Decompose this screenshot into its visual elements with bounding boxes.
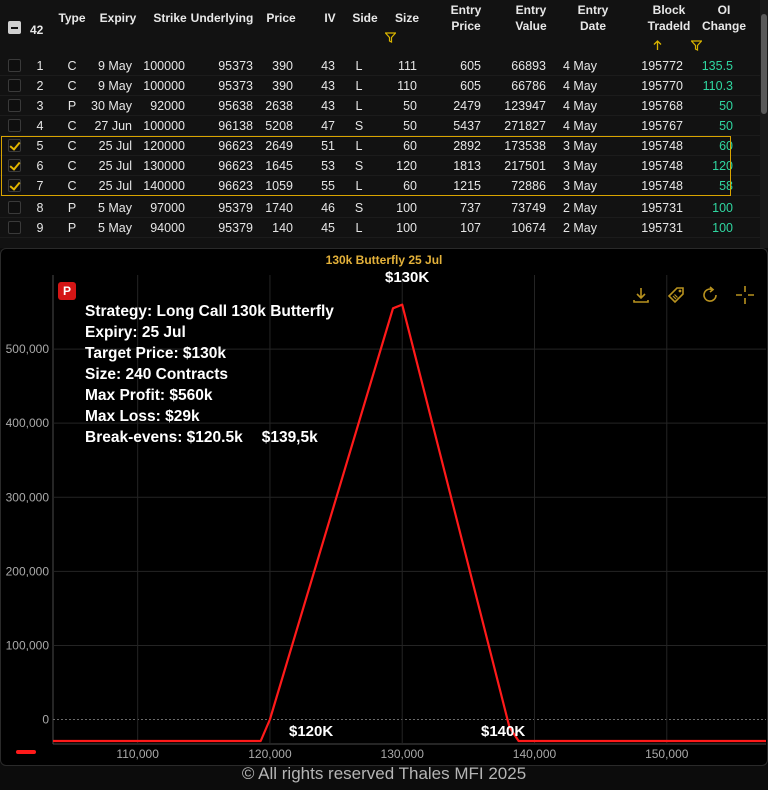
- cell-oi-change: 50: [719, 119, 733, 133]
- table-row[interactable]: 7 C 25 Jul 140000 96623 1059 55 L 60 1215 72886 3 M…: [0, 176, 760, 196]
- info-line: Expiry: 25 Jul: [85, 324, 186, 341]
- cell-entry-date: 2 May: [562, 221, 598, 235]
- strategy-info: Strategy: Long Call 130k Butterfly Expiry…: [85, 301, 334, 448]
- cell-iv: 46: [321, 201, 335, 215]
- peak-annotation: $130K: [385, 269, 430, 286]
- row-divider: [0, 237, 760, 238]
- cell-entry-date: 4 May: [562, 79, 598, 93]
- cell-oi-change: 100: [712, 201, 733, 215]
- cell-entry-value: 10674: [511, 221, 546, 235]
- reset-icon[interactable]: [699, 284, 721, 306]
- row-checkbox[interactable]: [8, 179, 21, 192]
- info-line: Max Loss: $29k: [85, 408, 200, 425]
- info-line: Strategy: Long Call 130k Butterfly: [85, 303, 334, 320]
- cell-entry-date: 4 May: [562, 99, 598, 113]
- cell-entry-value: 66893: [511, 59, 546, 73]
- select-all-checkbox[interactable]: [8, 21, 21, 34]
- size-filter-icon[interactable]: [385, 32, 396, 43]
- table-row[interactable]: 4 C 27 Jun 100000 96138 5208 47 S 50 5437 271827 4 …: [0, 116, 760, 136]
- cell-entry-date: 2 May: [562, 201, 598, 215]
- cell-oi-change: 60: [719, 139, 733, 153]
- table-header: 42 Type Expiry Strike Underlying Price IV Side…: [0, 0, 760, 52]
- info-line: Max Profit: $560k: [85, 387, 213, 404]
- info-line: Target Price: $130k: [85, 345, 227, 362]
- profit-badge[interactable]: P: [58, 282, 76, 300]
- cell-iv: 43: [321, 79, 335, 93]
- cell-entry-date: 3 May: [562, 159, 598, 173]
- breakevens-line: Break-evens: $120.5k $139,5k: [85, 427, 334, 448]
- table-scrollbar-thumb[interactable]: [761, 14, 767, 114]
- tag-icon[interactable]: [665, 284, 687, 306]
- cell-iv: 55: [321, 179, 335, 193]
- right-strike-annotation: $140K: [481, 723, 526, 740]
- cell-entry-value: 271827: [504, 119, 546, 133]
- cell-entry-date: 4 May: [562, 119, 598, 133]
- cell-entry-date: 3 May: [562, 139, 598, 153]
- cell-oi-change: 120: [712, 159, 733, 173]
- row-checkbox[interactable]: [8, 221, 21, 234]
- cell-iv: 43: [321, 59, 335, 73]
- row-divider: [0, 195, 760, 196]
- cell-entry-value: 73749: [511, 201, 546, 215]
- cell-oi-change: 110.3: [702, 79, 733, 93]
- column-header-label: Change: [701, 19, 746, 33]
- cell-entry-value: 173538: [504, 139, 546, 153]
- table-row[interactable]: 5 C 25 Jul 120000 96623 2649 51 L 60 2892 173538 3 …: [0, 136, 760, 156]
- table-row[interactable]: 2C9 May 100000 95373 390 43 L 110 605 66786 4 May…: [0, 76, 760, 96]
- copyright-footer: © All rights reserved Thales MFI 2025: [241, 764, 527, 783]
- cell-oi-change: 100: [712, 221, 733, 235]
- cell-entry-date: 3 May: [562, 179, 598, 193]
- column-header-label: Date: [579, 19, 606, 33]
- cell-entry-value: 72886: [511, 179, 546, 193]
- breakeven-low: Break-evens: $120.5k: [85, 429, 243, 446]
- row-checkbox[interactable]: [8, 119, 21, 132]
- cell-oi-change: 135.5: [701, 59, 733, 73]
- row-checkbox[interactable]: [8, 59, 21, 72]
- download-icon[interactable]: [630, 284, 652, 306]
- cell-entry-date: 4 May: [562, 59, 598, 73]
- cell-iv: 53: [321, 159, 335, 173]
- row-checkbox[interactable]: [8, 79, 21, 92]
- cell-entry-value: 217501: [504, 159, 546, 173]
- legend-series-swatch[interactable]: [16, 750, 36, 754]
- chart-title: 130k Butterfly 25 Jul: [325, 253, 443, 267]
- cell-entry-value: 66786: [511, 79, 546, 93]
- breakeven-high: $139,5k: [261, 429, 318, 446]
- left-strike-annotation: $120K: [289, 723, 334, 740]
- table-row[interactable]: 9P5 May 94000 95379 140 45 L 100 107 10674 2 May 1…: [0, 218, 760, 238]
- row-checkbox[interactable]: [8, 159, 21, 172]
- sort-ascending-icon[interactable]: [652, 40, 663, 51]
- cell-oi-change: 58: [719, 179, 733, 193]
- table-scrollbar[interactable]: [760, 0, 768, 248]
- row-checkbox[interactable]: [8, 201, 21, 214]
- table-row[interactable]: 8P5 May 97000 95379 1740 46 S 100 737 73749 2 May…: [0, 198, 760, 218]
- cell-entry-value: 123947: [504, 99, 546, 113]
- column-header-entry-date[interactable]: Entry Date: [553, 2, 633, 54]
- column-header-label: Entry: [577, 3, 609, 17]
- table-row[interactable]: 1C9 May 100000 95373 390 43 L 111 605 66893 4 May…: [0, 56, 760, 76]
- row-checkbox[interactable]: [8, 139, 21, 152]
- oi-change-filter-icon[interactable]: [691, 40, 702, 51]
- table-row[interactable]: 6 C 25 Jul 130000 96623 1645 53 S 120 1813 217501 3…: [0, 156, 760, 176]
- cell-oi-change: 50: [719, 99, 733, 113]
- crosshair-icon[interactable]: [734, 284, 756, 306]
- cell-iv: 43: [321, 99, 335, 113]
- column-header-label: OI: [717, 3, 731, 17]
- cell-iv: 47: [321, 119, 335, 133]
- cell-iv: 45: [321, 221, 335, 235]
- table-row[interactable]: 3 P 30 May 92000 95638 2638 43 L 50 2479 123947 4 M…: [0, 96, 760, 116]
- info-line: Size: 240 Contracts: [85, 366, 228, 383]
- block-trades-table: 42 Type Expiry Strike Underlying Price IV Side…: [0, 0, 768, 248]
- row-checkbox[interactable]: [8, 99, 21, 112]
- cell-iv: 51: [321, 139, 335, 153]
